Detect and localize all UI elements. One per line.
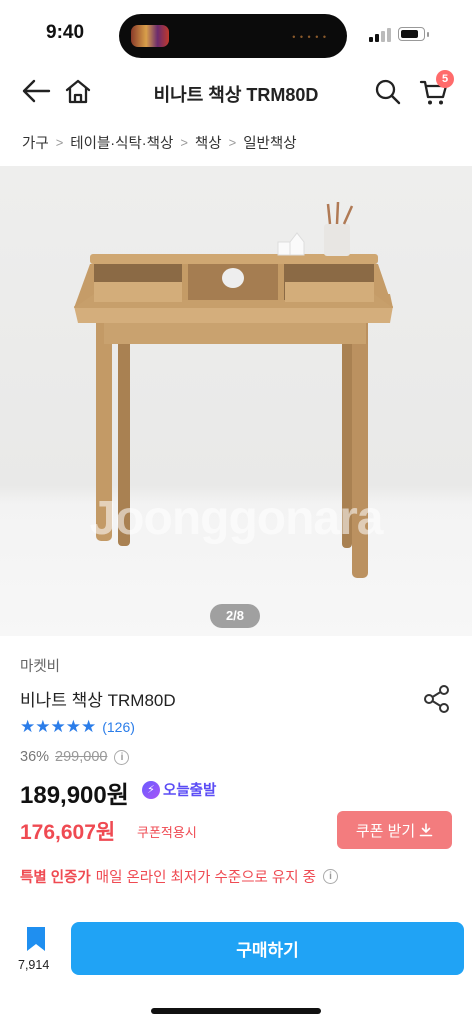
- chevron-right-icon: >: [55, 134, 64, 150]
- dynamic-island: • • • • •: [119, 14, 347, 58]
- cart-count-badge: 5: [436, 70, 454, 88]
- lightning-icon: ⚡: [142, 780, 160, 799]
- discount-info: 36% 299,000 i: [20, 749, 130, 765]
- cert-title: 특별 인증가: [20, 870, 91, 886]
- home-indicator: [151, 1008, 321, 1014]
- now-playing-artwork: [131, 25, 169, 47]
- download-icon: [419, 823, 433, 837]
- delivery-badge-label: 오늘출발: [163, 783, 217, 799]
- signal-icon: [369, 28, 391, 42]
- share-icon[interactable]: [422, 684, 452, 714]
- top-navigation: 비나트 책상 TRM80D: [0, 64, 472, 120]
- info-icon[interactable]: i: [114, 749, 130, 765]
- audio-waveform-icon: • • • • •: [292, 32, 327, 42]
- search-icon[interactable]: [373, 77, 403, 107]
- battery-icon: [398, 27, 429, 41]
- breadcrumb: 가구 > 테이블·식탁·책상 > 책상 > 일반책상: [22, 132, 297, 152]
- get-coupon-button[interactable]: 쿠폰 받기: [337, 811, 452, 849]
- bookmark-icon[interactable]: [24, 925, 48, 953]
- status-time: 9:40: [46, 22, 85, 43]
- breadcrumb-item[interactable]: 테이블·식탁·책상: [70, 132, 173, 153]
- product-photo-desk: [74, 201, 393, 578]
- breadcrumb-item[interactable]: 책상: [195, 132, 222, 153]
- buy-button[interactable]: 구매하기: [71, 922, 464, 975]
- sale-price: 189,900원: [20, 782, 129, 809]
- bookmark-count: 7,914: [18, 958, 50, 972]
- info-icon[interactable]: i: [322, 869, 338, 884]
- chevron-right-icon: >: [228, 134, 237, 150]
- get-coupon-label: 쿠폰 받기: [355, 822, 416, 840]
- product-image-gallery[interactable]: Joonggonara: [0, 166, 472, 636]
- product-name: 비나트 책상 TRM80D: [20, 691, 176, 710]
- breadcrumb-item[interactable]: 일반책상: [243, 132, 296, 153]
- certified-price-notice: 특별 인증가 매일 온라인 최저가 수준으로 유지 중 i: [20, 866, 338, 887]
- breadcrumb-item[interactable]: 가구: [22, 132, 49, 153]
- coupon-applied-label: 쿠폰적용시: [137, 825, 197, 840]
- image-pager: 2/8: [210, 604, 260, 628]
- review-count: (126): [102, 719, 135, 735]
- status-bar: 9:40 • • • • •: [0, 0, 472, 64]
- original-price: 299,000: [55, 749, 108, 765]
- star-rating-icon: ★★★★★: [20, 717, 97, 736]
- chevron-right-icon: >: [180, 134, 188, 150]
- discount-rate: 36%: [20, 749, 50, 765]
- seller-name[interactable]: 마켓비: [20, 655, 60, 676]
- today-delivery-badge: ⚡ 오늘출발: [142, 779, 216, 800]
- coupon-price: 176,607원: [20, 821, 116, 844]
- watermark-text: Joonggonara: [89, 492, 383, 545]
- product-rating[interactable]: ★★★★★ (126): [20, 717, 135, 737]
- cert-text: 매일 온라인 최저가 수준으로 유지 중: [95, 870, 316, 886]
